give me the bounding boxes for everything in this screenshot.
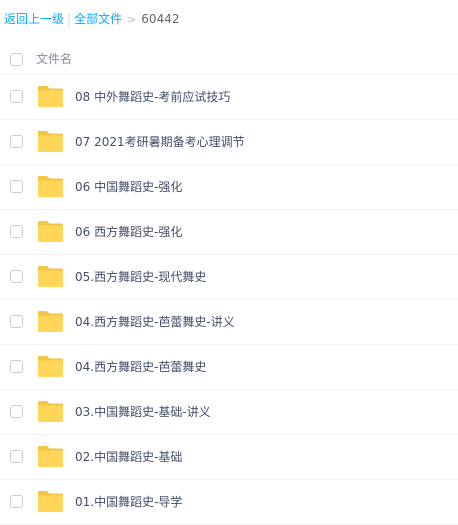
filename-column-header[interactable]: 文件名 [36,50,72,67]
row-checkbox[interactable] [10,180,23,193]
folder-icon [38,446,63,467]
row-checkbox[interactable] [10,495,23,508]
file-row[interactable]: 04.西方舞蹈史-芭蕾舞史-讲义 [0,300,458,345]
row-checkbox[interactable] [10,360,23,373]
file-row[interactable]: 01.中国舞蹈史-导学 [0,480,458,525]
file-row[interactable]: 06 西方舞蹈史-强化 [0,210,458,255]
file-row[interactable]: 04.西方舞蹈史-芭蕾舞史 [0,345,458,390]
row-checkbox[interactable] [10,450,23,463]
row-checkbox[interactable] [10,135,23,148]
file-name[interactable]: 07 2021考研暑期备考心理调节 [75,133,245,150]
file-name[interactable]: 08 中外舞蹈史-考前应试技巧 [75,88,230,105]
folder-icon [38,131,63,152]
current-folder-label: 60442 [141,12,180,26]
file-name[interactable]: 04.西方舞蹈史-芭蕾舞史-讲义 [75,313,235,330]
row-checkbox[interactable] [10,270,23,283]
file-row[interactable]: 03.中国舞蹈史-基础-讲义 [0,390,458,435]
folder-icon [38,176,63,197]
file-row[interactable]: 08 中外舞蹈史-考前应试技巧 [0,75,458,120]
folder-icon [38,266,63,287]
folder-icon [38,491,63,512]
file-name[interactable]: 04.西方舞蹈史-芭蕾舞史 [75,358,206,375]
file-name[interactable]: 01.中国舞蹈史-导学 [75,493,182,510]
file-name[interactable]: 02.中国舞蹈史-基础 [75,448,182,465]
file-name[interactable]: 06 西方舞蹈史-强化 [75,223,182,240]
folder-icon [38,86,63,107]
file-name[interactable]: 05.西方舞蹈史-现代舞史 [75,268,206,285]
back-link[interactable]: 返回上一级 [4,12,64,26]
file-name[interactable]: 03.中国舞蹈史-基础-讲义 [75,403,211,420]
folder-icon [38,401,63,422]
folder-icon [38,221,63,242]
all-files-link[interactable]: 全部文件 [74,12,122,26]
row-checkbox[interactable] [10,90,23,103]
file-row[interactable]: 07 2021考研暑期备考心理调节 [0,120,458,165]
file-row[interactable]: 05.西方舞蹈史-现代舞史 [0,255,458,300]
list-header: 文件名 [0,44,458,75]
row-checkbox[interactable] [10,225,23,238]
breadcrumb: 返回上一级 | 全部文件 >60442 [4,10,179,28]
file-row[interactable]: 06 中国舞蹈史-强化 [0,165,458,210]
select-all-checkbox[interactable] [10,53,23,66]
breadcrumb-separator: | [67,12,72,26]
row-checkbox[interactable] [10,405,23,418]
file-name[interactable]: 06 中国舞蹈史-强化 [75,178,182,195]
row-checkbox[interactable] [10,315,23,328]
folder-icon [38,311,63,332]
folder-icon [38,356,63,377]
chevron-right-icon: > [127,13,137,26]
file-row[interactable]: 02.中国舞蹈史-基础 [0,435,458,480]
